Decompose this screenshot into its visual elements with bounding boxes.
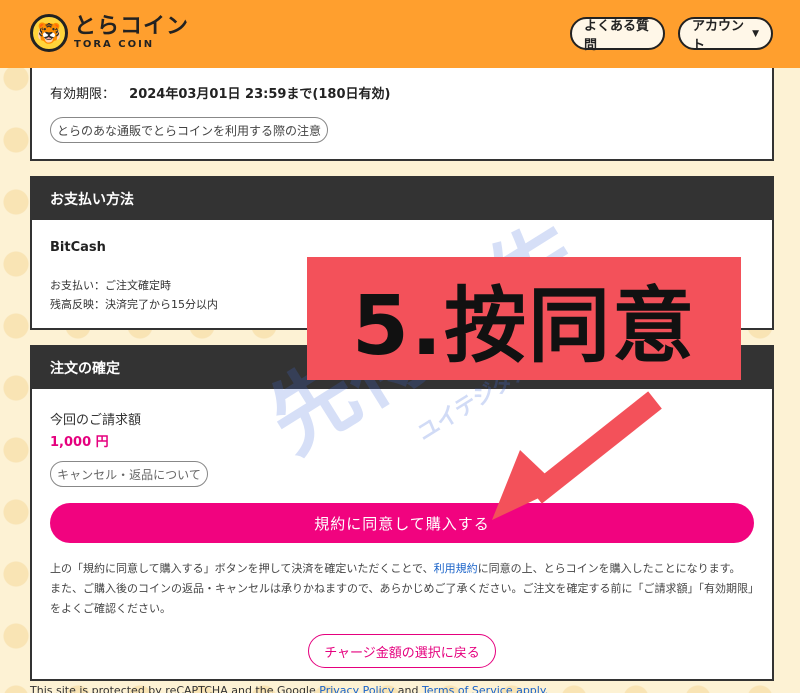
faq-button[interactable]: よくある質問 [570,17,665,53]
payment-heading: お支払い方法 [32,178,772,220]
site-header: 🐯 とらコイン TORA COIN よくある質問 アカウント ▼ [0,0,800,68]
terms-notice: 上の「規約に同意して購入する」ボタンを押して決済を確定いただくことで、利用規約に… [50,559,758,619]
logo-subtext: TORA COIN [74,39,155,50]
tora-coin-logo[interactable]: 🐯 とらコイン TORA COIN [30,14,189,52]
footer-text: This site is protected by reCAPTCHA and … [30,684,316,693]
footer-and: and [397,684,419,693]
terms-of-service-link[interactable]: Terms of Service apply. [422,684,548,693]
balance-reflection: 残高反映：決済完了から15分以内 [50,298,218,311]
agree-and-buy-button[interactable]: 規約に同意して購入する [50,503,754,543]
back-to-amount-label: チャージ金額の選択に戻る [324,645,480,661]
expiry-label: 有効期限： [50,87,116,102]
terms-text-3: また、ご購入後のコインの返品・キャンセルは承りかねますので、あらかじめご了承くだ… [50,582,754,615]
payment-timing: お支払い：ご注文確定時 [50,279,171,292]
bill-amount: 1,000 円 [50,435,109,450]
caret-down-icon: ▼ [752,28,759,39]
expiry-row: 有効期限： 2024年03月01日 23:59まで(180日有効) [50,83,390,102]
step-overlay-label: 5.按同意 [307,257,741,380]
terms-text-2: に同意の上、とらコインを購入したことになります。 [477,562,741,575]
bill-label: 今回のご請求額 [50,413,142,428]
privacy-policy-link[interactable]: Privacy Policy [319,684,394,693]
agree-and-buy-label: 規約に同意して購入する [314,514,490,533]
expiry-card: 有効期限： 2024年03月01日 23:59まで(180日有効) とらのあな通… [30,60,774,161]
logo-text: とらコイン [74,14,190,39]
back-to-amount-button[interactable]: チャージ金額の選択に戻る [308,634,496,668]
payment-method-name: BitCash [50,240,106,255]
usage-notice-button[interactable]: とらのあな通販でとらコインを利用する際の注意 [50,117,328,143]
terms-text-1: 上の「規約に同意して購入する」ボタンを押して決済を確定いただくことで、 [50,562,434,575]
cancel-policy-button[interactable]: キャンセル・返品について [50,461,208,487]
order-confirm-card: 注文の確定 今回のご請求額 1,000 円 キャンセル・返品について 規約に同意… [30,345,774,681]
cancel-policy-label: キャンセル・返品について [57,467,201,482]
recaptcha-footer: This site is protected by reCAPTCHA and … [30,684,548,693]
account-label: アカウント [692,18,745,53]
tiger-coin-icon: 🐯 [30,14,68,52]
expiry-value: 2024年03月01日 23:59まで(180日有効) [129,87,391,102]
usage-notice-label: とらのあな通販でとらコインを利用する際の注意 [56,123,321,138]
faq-label: よくある質問 [584,18,650,53]
terms-of-use-link[interactable]: 利用規約 [434,562,478,575]
account-menu-button[interactable]: アカウント ▼ [678,17,773,53]
